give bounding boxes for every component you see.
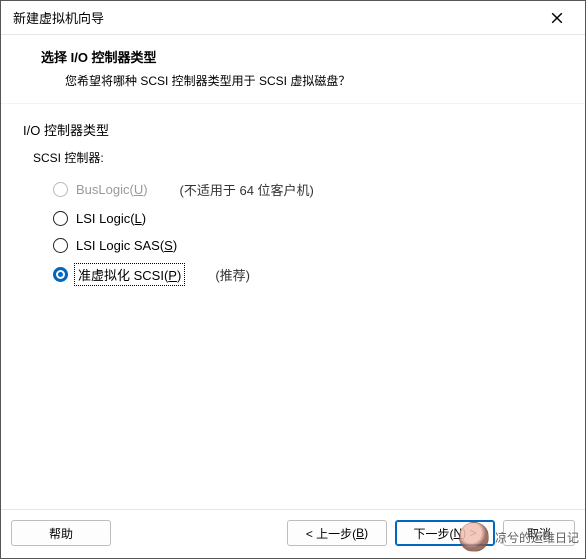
back-button[interactable]: < 上一步(B) (287, 520, 387, 546)
wizard-window: 新建虚拟机向导 选择 I/O 控制器类型 您希望将哪种 SCSI 控制器类型用于… (0, 0, 586, 559)
option-buslogic: BusLogic(U) (不适用于 64 位客户机) (53, 180, 563, 199)
option-buslogic-label: BusLogic(U) (76, 182, 148, 197)
section-label: I/O 控制器类型 (23, 120, 563, 139)
titlebar: 新建虚拟机向导 (1, 1, 585, 35)
window-title: 新建虚拟机向导 (13, 8, 104, 27)
scsi-controller-label: SCSI 控制器: (33, 149, 563, 166)
help-button[interactable]: 帮助 (11, 520, 111, 546)
radio-icon (53, 211, 68, 226)
radio-icon (53, 182, 68, 197)
wizard-footer: 帮助 < 上一步(B) 下一步(N) > 取消 (1, 509, 585, 558)
wizard-header-title: 选择 I/O 控制器类型 (41, 47, 573, 66)
option-lsilogic[interactable]: LSI Logic(L) (53, 211, 563, 226)
wizard-header: 选择 I/O 控制器类型 您希望将哪种 SCSI 控制器类型用于 SCSI 虚拟… (1, 35, 585, 104)
option-paravirtual-hint: (推荐) (215, 265, 250, 284)
cancel-button[interactable]: 取消 (503, 520, 575, 546)
wizard-content: I/O 控制器类型 SCSI 控制器: BusLogic(U) (不适用于 64… (1, 104, 585, 509)
close-button[interactable] (537, 4, 577, 32)
wizard-header-subtitle: 您希望将哪种 SCSI 控制器类型用于 SCSI 虚拟磁盘？ (41, 72, 573, 89)
option-lsilogic-label: LSI Logic(L) (76, 211, 146, 226)
option-buslogic-hint: (不适用于 64 位客户机) (180, 180, 314, 199)
option-lsisas-label: LSI Logic SAS(S) (76, 238, 177, 253)
option-paravirtual[interactable]: 准虚拟化 SCSI(P) (推荐) (53, 265, 563, 284)
radio-icon (53, 238, 68, 253)
option-lsisas[interactable]: LSI Logic SAS(S) (53, 238, 563, 253)
radio-icon (53, 267, 68, 282)
close-icon (551, 12, 563, 24)
next-button[interactable]: 下一步(N) > (395, 520, 495, 546)
option-paravirtual-label: 准虚拟化 SCSI(P) (76, 265, 183, 284)
